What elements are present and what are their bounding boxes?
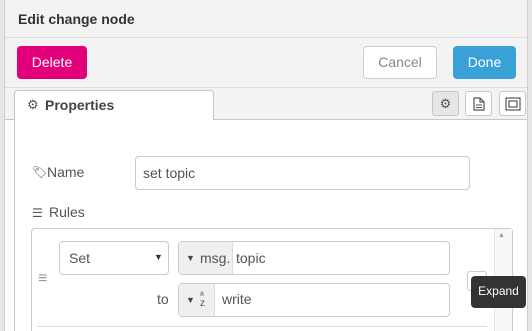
value-input[interactable] <box>178 283 450 317</box>
gear-icon: ⚙ <box>27 97 39 112</box>
rule-action-select[interactable]: Set <box>59 241 169 275</box>
description-button[interactable] <box>465 91 492 116</box>
scroll-up-arrow-icon[interactable]: ▲ <box>498 232 505 239</box>
value-text: write <box>222 291 252 307</box>
document-icon <box>472 97 485 111</box>
frame-icon <box>504 97 521 111</box>
caret-down-icon: ▼ <box>186 253 195 263</box>
done-button[interactable]: Done <box>453 46 516 79</box>
to-label: to <box>157 291 169 307</box>
delete-button[interactable]: Delete <box>17 46 87 79</box>
string-az-icon: ᵃz <box>200 290 205 309</box>
appearance-button[interactable] <box>499 91 526 116</box>
tag-icon: 🏷 <box>32 165 48 179</box>
list-icon: ☰ <box>32 206 43 220</box>
name-input[interactable]: set topic <box>135 156 470 190</box>
rule-divider <box>37 326 487 327</box>
gear-icon: ⚙ <box>439 96 452 111</box>
target-property-value: topic <box>236 250 266 266</box>
cancel-button[interactable]: Cancel <box>363 46 437 79</box>
target-type-label: msg. <box>200 250 231 266</box>
properties-gear-button[interactable]: ⚙ <box>432 91 459 116</box>
workspace-edge-right <box>527 0 532 331</box>
expand-tooltip: Expand <box>471 276 526 308</box>
tab-properties-label: Properties <box>45 97 115 113</box>
rules-label: Rules <box>49 204 85 220</box>
drag-handle-icon[interactable]: ≡ <box>38 270 47 288</box>
name-label: Name <box>47 164 85 180</box>
value-type-button[interactable] <box>179 284 215 316</box>
caret-down-icon: ▼ <box>186 295 195 305</box>
tray-title: Edit change node <box>18 11 135 27</box>
chevron-down-icon: ▼ <box>154 252 163 262</box>
